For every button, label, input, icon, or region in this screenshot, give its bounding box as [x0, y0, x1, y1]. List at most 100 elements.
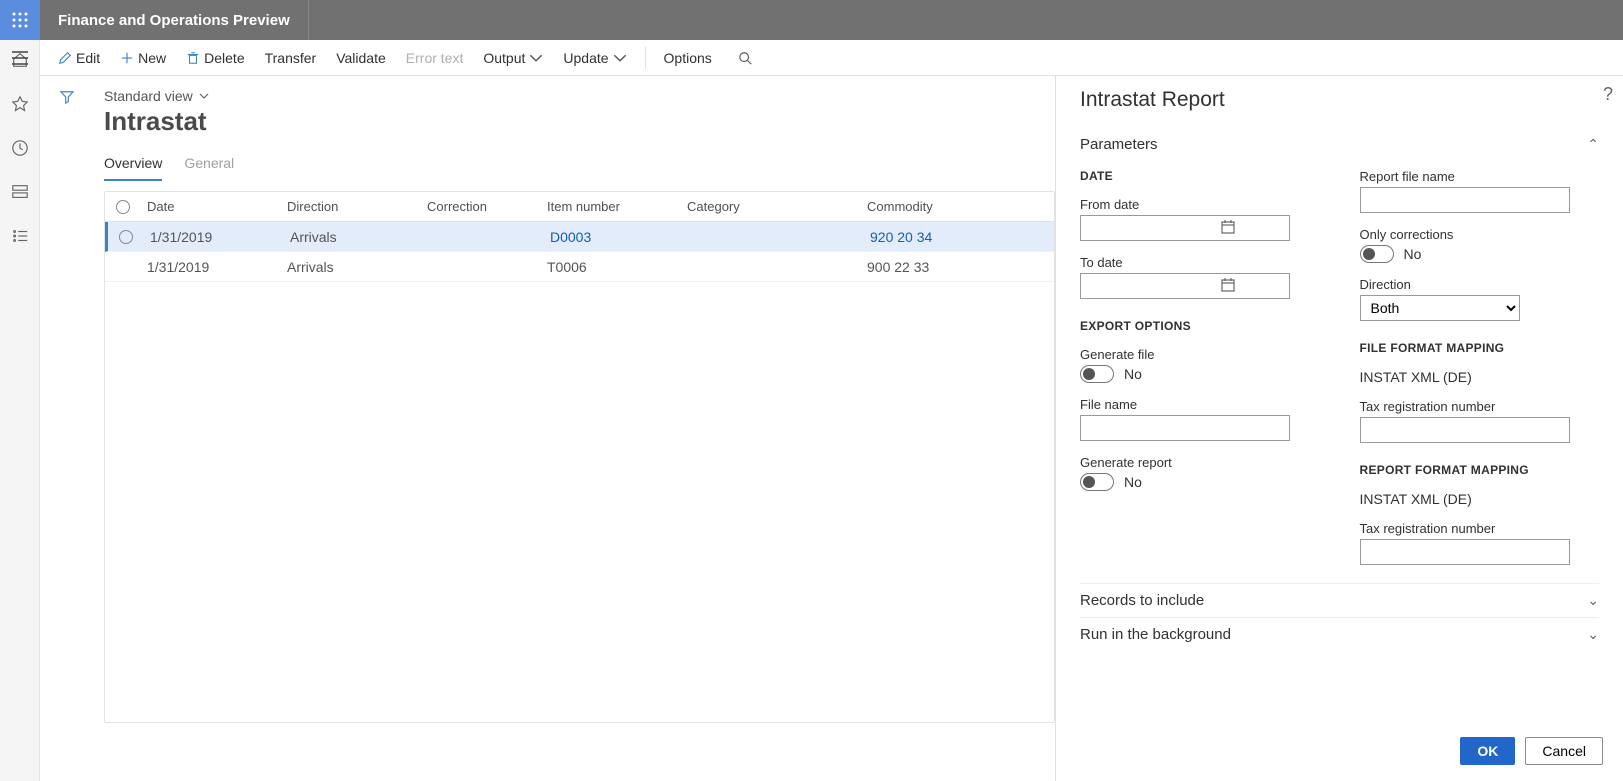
report-file-name-input[interactable]: [1360, 187, 1570, 213]
cell-item-number[interactable]: D0003: [544, 229, 684, 245]
table-row[interactable]: 1/31/2019 Arrivals D0003 920 20 34: [105, 222, 1054, 252]
view-selector[interactable]: Standard view: [104, 88, 209, 104]
page-title: Intrastat: [104, 106, 1055, 137]
cell-direction: Arrivals: [281, 259, 421, 275]
direction-field: Direction Both: [1360, 277, 1600, 321]
only-corrections-field: Only corrections No: [1360, 227, 1600, 263]
cell-date: 1/31/2019: [141, 259, 281, 275]
section-records-header[interactable]: Records to include ⌄: [1080, 583, 1599, 617]
date-group-label: DATE: [1080, 169, 1320, 183]
chevron-down-icon: [529, 51, 543, 65]
star-icon: [11, 95, 29, 113]
chevron-down-icon: ⌄: [1587, 626, 1599, 643]
direction-select[interactable]: Both: [1360, 295, 1520, 321]
toggle-value: No: [1404, 246, 1422, 262]
trash-icon: [186, 51, 200, 65]
pencil-icon: [58, 51, 72, 65]
report-format-mapping-label: REPORT FORMAT MAPPING: [1360, 463, 1600, 477]
page: Standard view Intrastat Overview General…: [40, 76, 1055, 723]
delete-button[interactable]: Delete: [178, 46, 252, 70]
section-parameters-header[interactable]: Parameters ⌃: [1080, 128, 1599, 161]
section-background-header[interactable]: Run in the background ⌄: [1080, 617, 1599, 651]
side-panel: ? Intrastat Report Parameters ⌃ DATE Fro…: [1055, 76, 1623, 781]
tax-reg-input-2[interactable]: [1360, 539, 1570, 565]
workspaces-button[interactable]: [0, 178, 40, 206]
nav-toggle[interactable]: [0, 40, 40, 76]
to-date-field: To date: [1080, 255, 1320, 299]
tabs: Overview General: [104, 155, 1055, 181]
col-commodity[interactable]: Commodity: [861, 199, 1054, 214]
report-file-name-field: Report file name: [1360, 169, 1600, 213]
table-row[interactable]: 1/31/2019 Arrivals T0006 900 22 33: [105, 252, 1054, 282]
recent-button[interactable]: [0, 134, 40, 162]
output-button[interactable]: Output: [475, 46, 551, 70]
left-column: DATE From date To date: [1080, 169, 1320, 565]
grid-empty-space: [105, 282, 1054, 722]
col-direction[interactable]: Direction: [281, 199, 421, 214]
right-column: Report file name Only corrections No Dir…: [1360, 169, 1600, 565]
funnel-icon: [60, 90, 74, 104]
divider: [308, 0, 309, 40]
ok-button[interactable]: OK: [1460, 737, 1515, 765]
clock-icon: [11, 139, 29, 157]
plus-icon: [120, 51, 134, 65]
col-correction[interactable]: Correction: [421, 199, 541, 214]
main-area: Standard view Intrastat Overview General…: [40, 76, 1623, 781]
tab-overview[interactable]: Overview: [104, 155, 162, 181]
tab-general[interactable]: General: [184, 155, 234, 181]
to-date-input[interactable]: [1080, 273, 1290, 299]
calendar-icon[interactable]: [1220, 219, 1236, 238]
edit-button[interactable]: Edit: [50, 46, 108, 70]
from-date-input[interactable]: [1080, 215, 1290, 241]
report-format-value: INSTAT XML (DE): [1360, 491, 1600, 507]
file-name-input[interactable]: [1080, 415, 1290, 441]
new-label: New: [138, 50, 166, 66]
tiles-icon: [11, 183, 29, 201]
generate-file-toggle[interactable]: [1080, 365, 1114, 383]
cell-commodity[interactable]: 900 22 33: [861, 259, 1054, 275]
only-corrections-toggle[interactable]: [1360, 245, 1394, 263]
row-select[interactable]: [108, 230, 144, 244]
generate-report-toggle[interactable]: [1080, 473, 1114, 491]
calendar-icon[interactable]: [1220, 277, 1236, 296]
delete-label: Delete: [204, 50, 244, 66]
toggle-value: No: [1124, 366, 1142, 382]
col-item-number[interactable]: Item number: [541, 199, 681, 214]
transfer-button[interactable]: Transfer: [257, 46, 325, 70]
hamburger-icon: [12, 51, 28, 65]
filter-button[interactable]: [60, 90, 74, 107]
options-button[interactable]: Options: [656, 46, 720, 70]
app-title: Finance and Operations Preview: [40, 12, 308, 29]
update-button[interactable]: Update: [555, 46, 634, 70]
panel-body: Parameters ⌃ DATE From date To date: [1056, 128, 1623, 727]
file-name-field: File name: [1080, 397, 1320, 441]
col-category[interactable]: Category: [681, 199, 861, 214]
app-launcher[interactable]: [0, 0, 40, 40]
export-options-label: EXPORT OPTIONS: [1080, 319, 1320, 333]
favorites-button[interactable]: [0, 90, 40, 118]
panel-footer: OK Cancel: [1056, 727, 1623, 781]
chevron-up-icon: ⌃: [1587, 136, 1599, 153]
cell-date: 1/31/2019: [144, 229, 284, 245]
col-date[interactable]: Date: [141, 199, 281, 214]
tax-reg-field-2: Tax registration number: [1360, 521, 1600, 565]
chevron-down-icon: ⌄: [1587, 592, 1599, 609]
modules-button[interactable]: [0, 222, 40, 250]
file-format-mapping-label: FILE FORMAT MAPPING: [1360, 341, 1600, 355]
cell-item-number[interactable]: T0006: [541, 259, 681, 275]
toggle-value: No: [1124, 474, 1142, 490]
help-button[interactable]: ?: [1603, 84, 1613, 105]
divider: [645, 47, 646, 69]
cell-commodity[interactable]: 920 20 34: [864, 229, 1054, 245]
search-icon: [738, 51, 752, 65]
error-text-button[interactable]: Error text: [398, 46, 472, 70]
page-wrap: Standard view Intrastat Overview General…: [40, 76, 1055, 781]
new-button[interactable]: New: [112, 46, 174, 70]
cancel-button[interactable]: Cancel: [1525, 737, 1603, 765]
tax-reg-input-1[interactable]: [1360, 417, 1570, 443]
search-button[interactable]: [730, 47, 760, 69]
validate-button[interactable]: Validate: [328, 46, 394, 70]
select-all[interactable]: [105, 200, 141, 214]
edit-label: Edit: [76, 50, 100, 66]
cell-direction: Arrivals: [284, 229, 424, 245]
